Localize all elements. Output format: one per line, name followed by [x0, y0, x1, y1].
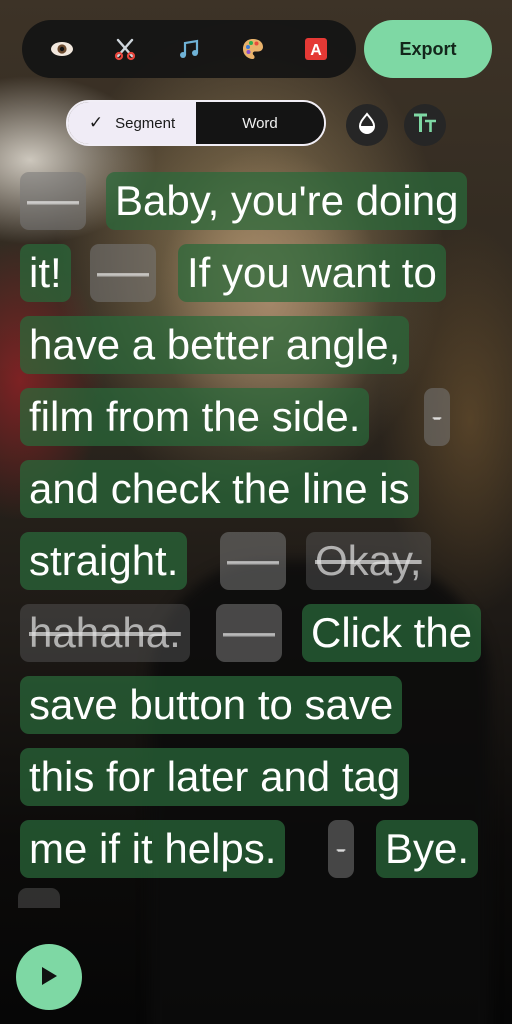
caption-style-button[interactable] [346, 104, 388, 146]
silence-gap[interactable]: —— [90, 244, 156, 302]
word-chip[interactable]: Bye. [376, 820, 479, 878]
word-chip[interactable]: Click the [302, 604, 482, 662]
transcript-editor: —— Baby, you're doing it! —— If you want… [18, 172, 498, 892]
transcript-line: and check the line is [18, 460, 498, 532]
letter-a-icon[interactable]: A [296, 29, 336, 69]
checkmark-icon: ✓ [88, 113, 104, 132]
eye-icon[interactable] [42, 29, 82, 69]
transcript-line: have a better angle, [18, 316, 498, 388]
drop-icon [356, 111, 378, 139]
word-chip[interactable]: If you want to [178, 244, 446, 302]
silence-gap[interactable]: —— [216, 604, 282, 662]
text-size-button[interactable] [404, 104, 446, 146]
silence-gap[interactable]: - [424, 388, 450, 446]
word-chip[interactable]: me if it helps. [20, 820, 286, 878]
word-mode-option[interactable]: Word [196, 102, 324, 144]
word-chip[interactable]: straight. [20, 532, 188, 590]
editor-toolbar: A [22, 20, 356, 78]
transcript-line: straight. —— Okay, [18, 532, 498, 604]
next-line-gap-stub [18, 888, 60, 908]
export-button[interactable]: Export [364, 20, 492, 78]
play-button[interactable] [16, 944, 82, 1010]
word-chip[interactable]: this for later and tag [20, 748, 410, 806]
word-chip[interactable]: film from the side. [20, 388, 370, 446]
text-size-icon [412, 112, 438, 139]
transcript-line: me if it helps. - Bye. [18, 820, 498, 892]
music-note-icon[interactable] [169, 29, 209, 69]
play-icon [40, 966, 58, 989]
word-mode-label: Word [242, 114, 278, 132]
deleted-word-chip[interactable]: hahaha. [20, 604, 190, 662]
word-chip[interactable]: save button to save [20, 676, 403, 734]
scissors-icon[interactable] [105, 29, 145, 69]
deleted-word-chip[interactable]: Okay, [306, 532, 431, 590]
segment-mode-option[interactable]: ✓ Segment [68, 102, 196, 144]
transcript-line: film from the side. - [18, 388, 498, 460]
word-chip[interactable]: it! [20, 244, 71, 302]
silence-gap[interactable]: —— [220, 532, 286, 590]
mode-toggle: ✓ Segment Word [66, 100, 326, 146]
svg-text:A: A [310, 42, 322, 59]
silence-gap[interactable]: —— [20, 172, 86, 230]
silence-gap[interactable]: - [328, 820, 354, 878]
segment-mode-label: Segment [115, 114, 176, 132]
word-chip[interactable]: Baby, you're doing [106, 172, 468, 230]
word-chip[interactable]: and check the line is [20, 460, 419, 518]
palette-icon[interactable] [233, 29, 273, 69]
transcript-line: hahaha. —— Click the [18, 604, 498, 676]
transcript-line: —— Baby, you're doing [18, 172, 498, 244]
transcript-line: save button to save [18, 676, 498, 748]
word-chip[interactable]: have a better angle, [20, 316, 410, 374]
transcript-line: it! —— If you want to [18, 244, 498, 316]
transcript-line: this for later and tag [18, 748, 498, 820]
